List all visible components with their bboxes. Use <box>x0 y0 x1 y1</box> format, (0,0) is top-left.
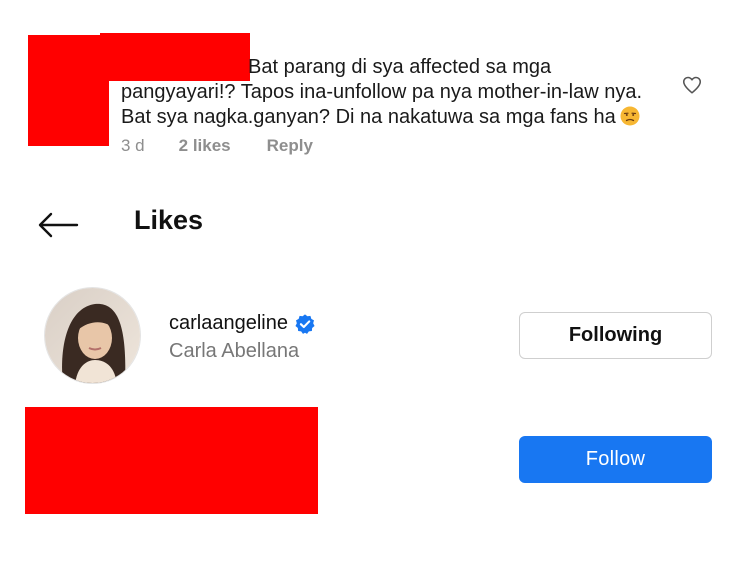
arrow-left-icon[interactable] <box>36 210 80 240</box>
comment-text: Bat parang di sya affected sa mga pangya… <box>121 55 661 130</box>
comment-line-3: Bat sya nagka.ganyan? Di na nakatuwa sa … <box>121 105 661 130</box>
comment-likes-link[interactable]: 2 likes <box>179 136 231 156</box>
redacted-user-row <box>25 407 318 514</box>
username-row[interactable]: carlaangeline <box>169 312 316 335</box>
follow-button[interactable]: Follow <box>519 436 712 483</box>
avatar-photo <box>45 288 140 383</box>
full-name: Carla Abellana <box>169 340 300 362</box>
redacted-avatar <box>28 35 109 146</box>
username[interactable]: carlaangeline <box>169 312 288 335</box>
comment-time: 3 d <box>121 136 145 155</box>
heart-outline-icon[interactable] <box>681 74 703 96</box>
unamused-face-emoji <box>620 106 640 126</box>
comment-line-2: pangyayari!? Tapos ina-unfollow pa nya m… <box>121 81 643 103</box>
comment-meta: 3 d 2 likes Reply <box>121 136 313 156</box>
following-button[interactable]: Following <box>519 312 712 359</box>
verified-badge-icon <box>295 313 315 334</box>
comment-line-3-text: Bat sya nagka.ganyan? Di na nakatuwa sa … <box>121 106 616 128</box>
avatar[interactable] <box>44 287 141 384</box>
comment-line-1: Bat parang di sya affected sa mga <box>248 56 552 78</box>
page-title: Likes <box>134 205 204 235</box>
reply-button[interactable]: Reply <box>267 136 313 156</box>
